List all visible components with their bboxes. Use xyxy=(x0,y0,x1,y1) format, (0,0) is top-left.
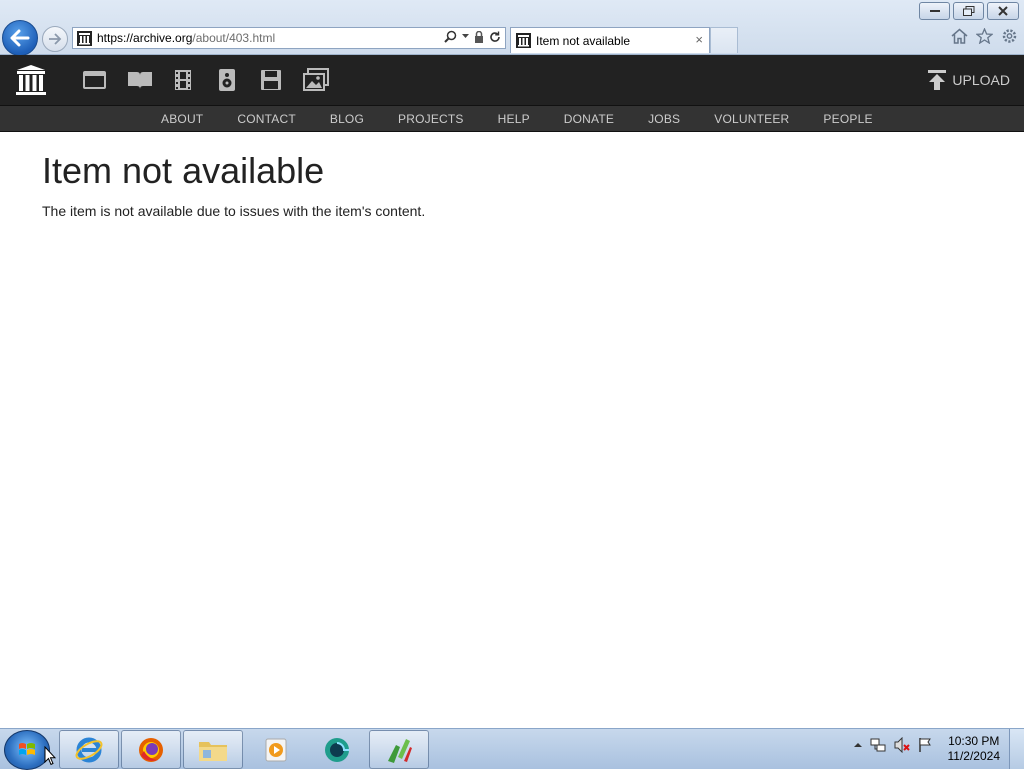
firefox-icon xyxy=(139,737,163,762)
tab-item-not-available[interactable]: Item not available × xyxy=(510,27,710,53)
page-title: Item not available xyxy=(42,150,325,191)
tab-close-button[interactable]: × xyxy=(695,32,703,47)
site-header: UPLOAD xyxy=(0,55,1024,105)
back-arrow-icon xyxy=(10,29,30,47)
browser-chrome: https://archive.org/about/403.html Item … xyxy=(0,0,1024,56)
action-center-flag-icon[interactable] xyxy=(918,737,932,753)
taskbar-paint-tool[interactable] xyxy=(369,730,429,769)
nav-about[interactable]: ABOUT xyxy=(161,112,203,126)
audio-icon[interactable] xyxy=(214,68,240,92)
app-circle-icon xyxy=(325,737,349,762)
taskbar-file-explorer[interactable] xyxy=(183,730,243,769)
show-hidden-icons-icon[interactable] xyxy=(854,742,862,748)
minimize-button[interactable] xyxy=(919,2,950,20)
windows-logo-icon xyxy=(19,743,35,755)
tab-title: Item not available xyxy=(536,34,631,48)
show-desktop-button[interactable] xyxy=(1009,729,1024,769)
new-tab-button[interactable] xyxy=(710,27,738,53)
archive-favicon-icon xyxy=(77,31,92,46)
restore-icon xyxy=(962,6,974,16)
taskbar-generic-app[interactable] xyxy=(307,730,367,769)
taskbar-internet-explorer[interactable] xyxy=(59,730,119,769)
favorites-star-icon[interactable] xyxy=(976,28,993,44)
forward-arrow-icon xyxy=(49,33,62,45)
paint-tool-icon xyxy=(388,738,412,763)
software-icon[interactable] xyxy=(258,68,284,92)
taskbar: 10:30 PM 11/2/2024 xyxy=(0,728,1024,770)
dropdown-icon[interactable] xyxy=(462,34,469,39)
close-icon xyxy=(998,6,1008,16)
restore-button[interactable] xyxy=(953,2,984,20)
taskbar-firefox[interactable] xyxy=(121,730,181,769)
upload-label: UPLOAD xyxy=(952,72,1010,88)
media-player-icon xyxy=(265,738,287,761)
taskbar-media-player[interactable] xyxy=(245,730,305,769)
close-window-button[interactable] xyxy=(987,2,1019,20)
forward-button[interactable] xyxy=(42,26,68,52)
clock-date: 11/2/2024 xyxy=(947,749,1001,763)
clock[interactable]: 10:30 PM 11/2/2024 xyxy=(948,734,1001,764)
minimize-icon xyxy=(929,10,940,12)
search-icon[interactable] xyxy=(444,30,457,43)
back-button[interactable] xyxy=(2,20,38,56)
url-text: https://archive.org/about/403.html xyxy=(97,31,276,45)
nav-blog[interactable]: BLOG xyxy=(330,112,364,126)
archive-favicon-icon xyxy=(516,33,531,48)
upload-link[interactable]: UPLOAD xyxy=(926,69,1010,91)
refresh-icon[interactable] xyxy=(489,31,501,43)
nav-jobs[interactable]: JOBS xyxy=(648,112,680,126)
home-icon[interactable] xyxy=(951,28,968,44)
images-icon[interactable] xyxy=(302,68,329,92)
internet-archive-logo-icon[interactable] xyxy=(14,63,48,97)
mouse-cursor-icon xyxy=(44,746,56,766)
volume-muted-icon[interactable] xyxy=(894,737,910,753)
nav-help[interactable]: HELP xyxy=(498,112,530,126)
address-bar[interactable]: https://archive.org/about/403.html xyxy=(72,27,506,49)
lock-icon[interactable] xyxy=(474,30,484,43)
nav-projects[interactable]: PROJECTS xyxy=(398,112,464,126)
window-controls xyxy=(919,2,1019,20)
clock-time: 10:30 PM xyxy=(948,734,1000,748)
video-icon[interactable] xyxy=(170,68,196,92)
texts-icon[interactable] xyxy=(126,68,152,92)
upload-arrow-icon xyxy=(928,70,947,90)
network-icon[interactable] xyxy=(870,737,886,753)
site-nav: ABOUT CONTACT BLOG PROJECTS HELP DONATE … xyxy=(0,105,1024,132)
nav-donate[interactable]: DONATE xyxy=(564,112,614,126)
folder-icon xyxy=(199,741,227,761)
web-icon[interactable] xyxy=(82,68,108,92)
system-tray xyxy=(854,737,932,753)
nav-contact[interactable]: CONTACT xyxy=(237,112,296,126)
settings-gear-icon[interactable] xyxy=(1001,28,1018,44)
nav-people[interactable]: PEOPLE xyxy=(823,112,872,126)
nav-volunteer[interactable]: VOLUNTEER xyxy=(714,112,789,126)
internet-explorer-icon xyxy=(75,737,103,762)
page-message: The item is not available due to issues … xyxy=(42,203,426,219)
